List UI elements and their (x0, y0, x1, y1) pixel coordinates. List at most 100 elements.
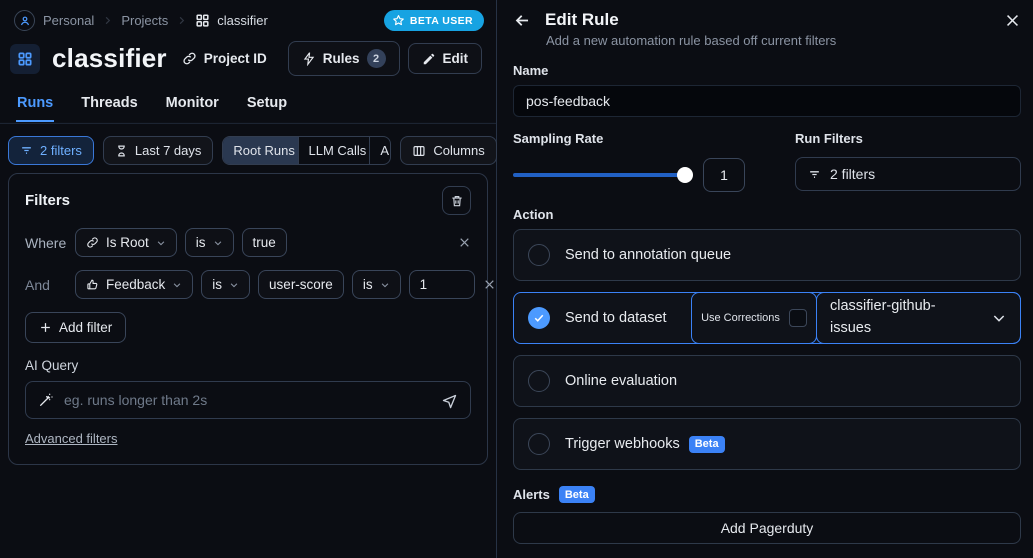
chevron-down-icon (213, 238, 223, 248)
send-icon[interactable] (441, 392, 458, 409)
hourglass-icon (115, 144, 128, 158)
filter-row-is-root: Where Is Root is true (25, 228, 471, 257)
close-icon[interactable] (1004, 12, 1021, 29)
left-header: Personal Projects classifier BETA USER (0, 0, 496, 31)
filter-value-input[interactable] (408, 270, 475, 299)
radio-unchecked[interactable] (528, 370, 550, 392)
chevron-down-icon (172, 280, 182, 290)
ai-query-label: AI Query (25, 358, 79, 373)
run-type-segmented-control: Root Runs LLM Calls All Runs (222, 136, 392, 165)
dataset-dropdown[interactable]: classifier-github-issues (816, 292, 1021, 344)
project-grid-icon (10, 43, 40, 74)
link-icon (182, 51, 197, 66)
clear-filters-button[interactable] (442, 186, 471, 215)
drawer-header: Edit Rule (513, 10, 1021, 30)
title-actions: Project ID Rules 2 Edit (169, 41, 482, 76)
tab-setup[interactable]: Setup (246, 89, 288, 122)
chevron-right-icon (176, 15, 187, 26)
radio-unchecked[interactable] (528, 244, 550, 266)
add-pagerduty-button[interactable]: Add Pagerduty (513, 512, 1021, 544)
ai-query-input[interactable] (64, 392, 431, 408)
filter-key[interactable]: user-score (258, 270, 344, 299)
sampling-rate-slider[interactable] (513, 167, 693, 183)
drawer-subtitle: Add a new automation rule based off curr… (546, 33, 837, 48)
user-avatar-icon[interactable] (14, 10, 35, 31)
use-corrections-checkbox[interactable] (788, 309, 807, 327)
radio-checked[interactable] (528, 307, 550, 329)
action-label: Action (513, 207, 554, 222)
option-send-to-annotation-queue[interactable]: Send to annotation queue (513, 229, 1021, 281)
plus-icon (39, 321, 52, 334)
remove-filter-icon[interactable] (458, 236, 471, 249)
grid-icon (195, 13, 210, 28)
action-options: Send to annotation queue Send to dataset… (513, 229, 1021, 470)
tab-monitor[interactable]: Monitor (165, 89, 220, 122)
date-range-button[interactable]: Last 7 days (102, 136, 214, 165)
use-corrections-section: Use Corrections (691, 292, 817, 344)
chevron-down-icon (156, 238, 166, 248)
project-id-button[interactable]: Project ID (169, 44, 280, 73)
segment-all-runs[interactable]: All Runs (370, 137, 390, 164)
columns-button[interactable]: Columns (400, 136, 497, 165)
filters-title: Filters (25, 192, 71, 209)
filter-icon (20, 144, 33, 157)
project-title-row: classifier Project ID Rules 2 Edit (0, 31, 496, 76)
filter-value[interactable]: true (241, 228, 287, 257)
rules-button[interactable]: Rules 2 (287, 41, 400, 76)
rule-name-input[interactable] (513, 85, 1021, 117)
remove-filter-icon[interactable] (483, 278, 496, 291)
slider-thumb[interactable] (677, 167, 693, 183)
tab-threads[interactable]: Threads (80, 89, 138, 122)
advanced-filters-link[interactable]: Advanced filters (25, 431, 118, 446)
link-icon (86, 236, 99, 249)
drawer-title: Edit Rule (545, 10, 619, 29)
bolt-icon (302, 51, 316, 66)
beta-badge: Beta (688, 435, 725, 453)
add-filter-button[interactable]: Add filter (25, 312, 127, 343)
chevron-down-icon (229, 280, 239, 290)
segment-root-runs[interactable]: Root Runs (223, 137, 299, 164)
filter-field-dropdown[interactable]: Is Root (75, 228, 177, 257)
rules-count-badge: 2 (366, 49, 386, 68)
option-trigger-webhooks[interactable]: Trigger webhooks Beta (513, 418, 1021, 470)
chevron-down-icon (991, 310, 1007, 326)
sampling-rate-value[interactable]: 1 (703, 158, 745, 192)
back-arrow-icon[interactable] (513, 11, 532, 30)
radio-unchecked[interactable] (528, 433, 550, 455)
star-icon (392, 14, 405, 27)
project-tabs: Runs Threads Monitor Setup (0, 89, 496, 123)
filters-card: Filters Where Is Root is true And Feedba… (8, 173, 494, 465)
filter-field-dropdown[interactable]: Feedback (75, 270, 194, 299)
breadcrumb: Personal Projects classifier (14, 10, 268, 31)
filter-operator-dropdown[interactable]: is (184, 228, 234, 257)
runs-toolbar: 2 filters Last 7 days Root Runs LLM Call… (0, 123, 497, 165)
breadcrumb-personal[interactable]: Personal (43, 13, 94, 28)
option-online-evaluation[interactable]: Online evaluation (513, 355, 1021, 407)
filter-operator2-dropdown[interactable]: is (351, 270, 401, 299)
alerts-label: Alerts (513, 487, 550, 502)
option-send-to-dataset[interactable]: Send to dataset Use Corrections classifi… (513, 292, 1021, 344)
breadcrumb-current[interactable]: classifier (195, 13, 268, 28)
beta-user-badge: BETA USER (383, 10, 484, 31)
pencil-icon (422, 52, 436, 66)
breadcrumb-projects[interactable]: Projects (121, 13, 168, 28)
chevron-right-icon (102, 15, 113, 26)
ai-query-inputbox (25, 381, 471, 419)
tab-runs[interactable]: Runs (16, 89, 55, 122)
edit-button[interactable]: Edit (407, 43, 482, 74)
filter-operator-dropdown[interactable]: is (201, 270, 251, 299)
chevron-down-icon (380, 280, 390, 290)
filters-count-button[interactable]: 2 filters (8, 136, 94, 165)
thumbs-up-icon (86, 278, 99, 291)
run-filters-button[interactable]: 2 filters (795, 157, 1021, 191)
conjunction-label: Where (25, 234, 67, 251)
project-panel: Personal Projects classifier BETA USER c… (0, 0, 497, 558)
sampling-runfilters-row: Sampling Rate 1 Run Filters 2 filters (513, 131, 1021, 192)
magic-wand-icon (38, 392, 54, 408)
segment-llm-calls[interactable]: LLM Calls (299, 137, 371, 164)
use-corrections-label: Use Corrections (701, 312, 780, 324)
filter-icon (808, 168, 821, 181)
conjunction-label: And (25, 276, 50, 293)
trash-icon (450, 194, 464, 208)
dataset-value: classifier-github-issues (830, 298, 936, 336)
